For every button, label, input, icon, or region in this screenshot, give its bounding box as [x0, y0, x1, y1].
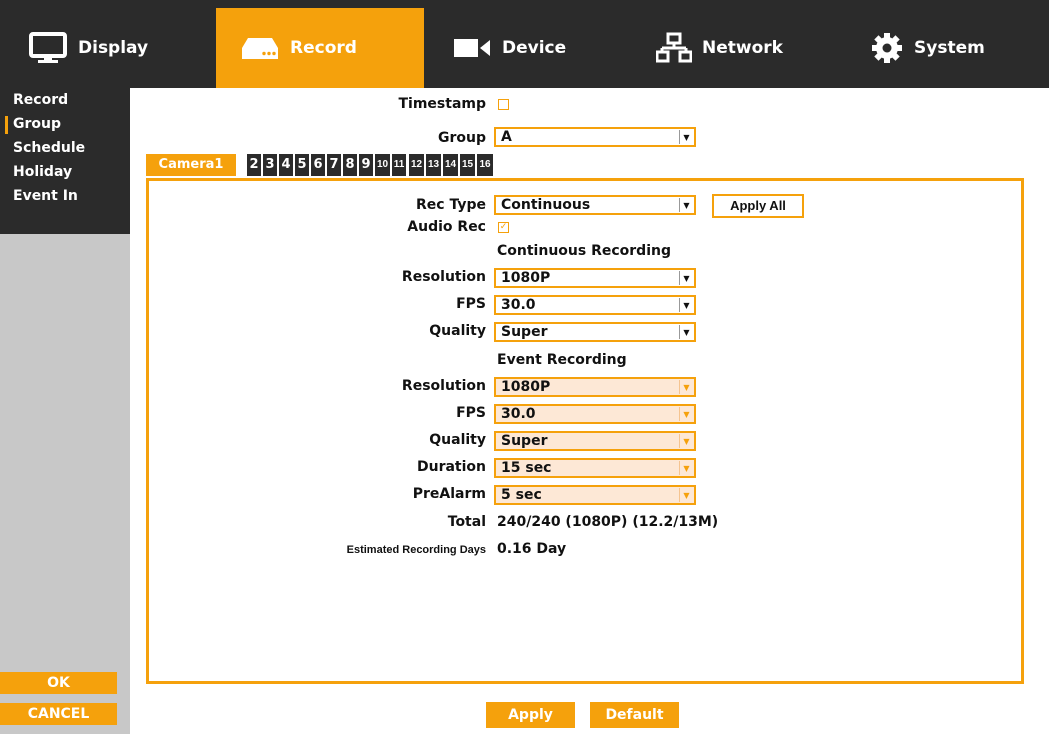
- camera-icon: [452, 36, 492, 60]
- tab-camera-16[interactable]: 16: [477, 154, 493, 176]
- chevron-down-icon: ▼: [679, 271, 693, 285]
- continuous-fps-value: 30.0: [501, 297, 536, 313]
- chevron-down-icon: ▼: [679, 198, 693, 212]
- group-select[interactable]: A ▼: [494, 127, 696, 147]
- chevron-down-icon: ▼: [679, 461, 693, 475]
- tab-display-label: Display: [78, 38, 149, 58]
- event-quality-label: Quality: [429, 432, 486, 448]
- event-resolution-label: Resolution: [401, 378, 486, 394]
- gear-icon: [870, 31, 904, 65]
- continuous-quality-label: Quality: [429, 323, 486, 339]
- chevron-down-icon: ▼: [679, 407, 693, 421]
- sidebar-item-holiday[interactable]: Holiday: [0, 160, 130, 184]
- event-recording-heading: Event Recording: [497, 352, 627, 368]
- event-prealarm-label: PreAlarm: [412, 486, 486, 502]
- sidebar-item-record[interactable]: Record: [0, 88, 130, 112]
- tab-camera-13[interactable]: 13: [426, 154, 441, 176]
- tab-system[interactable]: System: [840, 8, 1049, 88]
- event-prealarm-select[interactable]: 5 sec ▼: [494, 485, 696, 505]
- event-quality-value: Super: [501, 433, 548, 449]
- tab-system-label: System: [914, 38, 985, 58]
- dvr-icon: [240, 35, 280, 61]
- tab-camera1[interactable]: Camera1: [146, 154, 236, 176]
- tab-camera-7[interactable]: 7: [327, 154, 341, 176]
- tab-network[interactable]: Network: [632, 8, 840, 88]
- continuous-resolution-value: 1080P: [501, 270, 551, 286]
- cancel-button[interactable]: CANCEL: [0, 703, 117, 725]
- total-value: 240/240 (1080P) (12.2/13M): [497, 514, 719, 530]
- rec-type-label: Rec Type: [416, 197, 486, 213]
- estimated-days-label: Estimated Recording Days: [346, 544, 486, 556]
- tab-camera-6[interactable]: 6: [311, 154, 325, 176]
- sidebar-menu: Record Group Schedule Holiday Event In: [0, 88, 130, 234]
- continuous-fps-label: FPS: [456, 296, 486, 312]
- tab-camera-3[interactable]: 3: [263, 154, 277, 176]
- timestamp-label: Timestamp: [398, 96, 486, 112]
- tab-device[interactable]: Device: [424, 8, 632, 88]
- chevron-down-icon: ▼: [679, 488, 693, 502]
- chevron-down-icon: ▼: [679, 380, 693, 394]
- tab-camera-2[interactable]: 2: [247, 154, 261, 176]
- chevron-down-icon: ▼: [679, 325, 693, 339]
- sidebar-item-group[interactable]: Group: [0, 112, 130, 136]
- event-resolution-select[interactable]: 1080P ▼: [494, 377, 696, 397]
- event-quality-select[interactable]: Super ▼: [494, 431, 696, 451]
- chevron-down-icon: ▼: [679, 434, 693, 448]
- monitor-icon: [28, 31, 68, 65]
- chevron-down-icon: ▼: [679, 130, 693, 144]
- event-duration-label: Duration: [416, 459, 486, 475]
- timestamp-checkbox[interactable]: [498, 99, 509, 110]
- default-button[interactable]: Default: [590, 702, 679, 728]
- tab-display[interactable]: Display: [0, 8, 216, 88]
- audio-rec-label: Audio Rec: [407, 219, 486, 235]
- event-fps-label: FPS: [456, 405, 486, 421]
- rec-type-value: Continuous: [501, 197, 591, 213]
- tab-camera-11[interactable]: 11: [392, 154, 406, 176]
- tab-camera-12[interactable]: 12: [409, 154, 424, 176]
- ok-button[interactable]: OK: [0, 672, 117, 694]
- tab-camera-4[interactable]: 4: [279, 154, 293, 176]
- continuous-quality-value: Super: [501, 324, 548, 340]
- continuous-resolution-label: Resolution: [401, 269, 486, 285]
- continuous-quality-select[interactable]: Super ▼: [494, 322, 696, 342]
- audio-rec-checkbox[interactable]: ✓: [498, 222, 509, 233]
- apply-button[interactable]: Apply: [486, 702, 575, 728]
- event-resolution-value: 1080P: [501, 379, 551, 395]
- rec-type-select[interactable]: Continuous ▼: [494, 195, 696, 215]
- tab-record[interactable]: Record: [216, 8, 424, 88]
- group-label: Group: [437, 130, 486, 146]
- event-fps-select[interactable]: 30.0 ▼: [494, 404, 696, 424]
- continuous-fps-select[interactable]: 30.0 ▼: [494, 295, 696, 315]
- tab-camera-5[interactable]: 5: [295, 154, 309, 176]
- tab-network-label: Network: [702, 38, 783, 58]
- event-duration-value: 15 sec: [501, 460, 552, 476]
- total-label: Total: [447, 514, 486, 530]
- network-icon: [656, 32, 692, 64]
- tab-device-label: Device: [502, 38, 567, 58]
- continuous-recording-heading: Continuous Recording: [497, 243, 671, 259]
- event-fps-value: 30.0: [501, 406, 536, 422]
- tab-camera-15[interactable]: 15: [460, 154, 475, 176]
- chevron-down-icon: ▼: [679, 298, 693, 312]
- apply-all-button[interactable]: Apply All: [712, 194, 804, 218]
- tab-camera-9[interactable]: 9: [359, 154, 373, 176]
- tab-camera-14[interactable]: 14: [443, 154, 458, 176]
- estimated-days-value: 0.16 Day: [497, 541, 567, 557]
- sidebar-item-event-in[interactable]: Event In: [0, 184, 130, 208]
- tab-camera-8[interactable]: 8: [343, 154, 357, 176]
- event-duration-select[interactable]: 15 sec ▼: [494, 458, 696, 478]
- tab-record-label: Record: [290, 38, 357, 58]
- continuous-resolution-select[interactable]: 1080P ▼: [494, 268, 696, 288]
- sidebar: Record Group Schedule Holiday Event In O…: [0, 88, 130, 734]
- top-nav: Display Record Device Network System: [0, 0, 1049, 88]
- sidebar-item-schedule[interactable]: Schedule: [0, 136, 130, 160]
- tab-camera-10[interactable]: 10: [375, 154, 390, 176]
- event-prealarm-value: 5 sec: [501, 487, 542, 503]
- group-select-value: A: [501, 129, 512, 145]
